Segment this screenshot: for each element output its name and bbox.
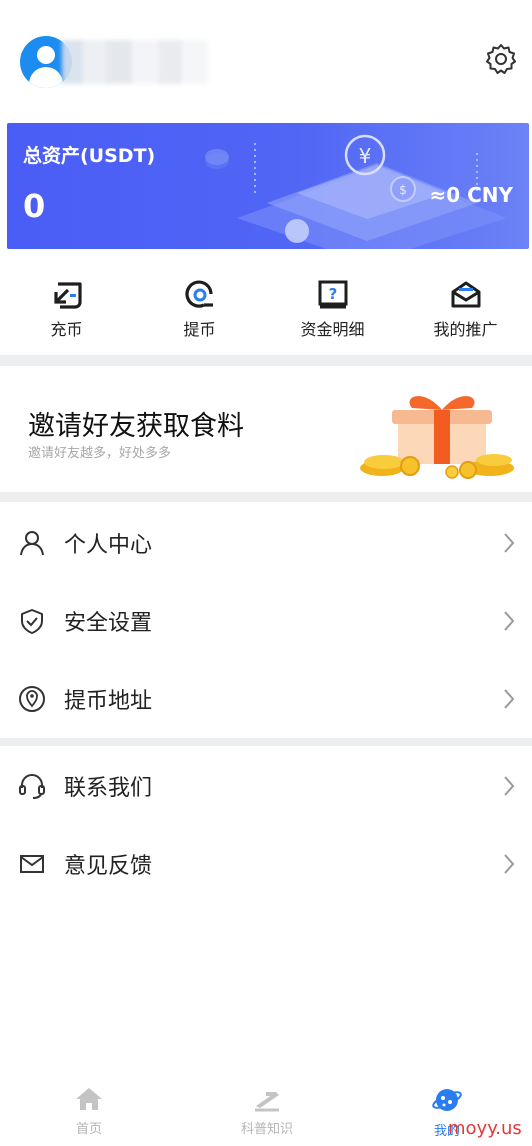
chevron-right-icon — [504, 776, 515, 796]
menu-group-support: 联系我们 意见反馈 — [0, 746, 532, 902]
deposit-icon — [53, 282, 82, 309]
section-divider — [0, 492, 532, 502]
menu-item-contact-us[interactable]: 联系我们 — [0, 746, 532, 824]
fund-details-icon: ? — [318, 280, 347, 309]
home-icon — [76, 1088, 102, 1110]
fund-details-label: 资金明细 — [300, 320, 365, 339]
profile-page: ¥ $ 总资产(USDT) 0 ≈0 CNY 充币 提币 ? 资金明细 我的推广… — [0, 0, 532, 1146]
withdraw-label: 提币 — [183, 320, 216, 339]
gift-coins-illustration — [360, 396, 514, 479]
withdraw-button[interactable]: 提币 — [133, 270, 266, 350]
person-icon — [20, 531, 44, 556]
my-promotion-button[interactable]: 我的推广 — [399, 270, 532, 350]
svg-text:¥: ¥ — [359, 144, 372, 168]
menu-item-feedback[interactable]: 意见反馈 — [0, 824, 532, 902]
nav-tab-knowledge[interactable]: 科普知识 — [207, 1086, 327, 1137]
menu-item-withdraw-address[interactable]: 提币地址 — [0, 659, 532, 737]
chevron-right-icon — [504, 689, 515, 709]
nav-label: 科普知识 — [240, 1122, 293, 1137]
svg-text:$: $ — [399, 183, 407, 197]
section-divider — [0, 355, 532, 366]
nav-tab-home[interactable]: 首页 — [29, 1086, 149, 1137]
banner-title: 邀请好友获取食料 — [28, 411, 244, 442]
menu-item-personal-center[interactable]: 个人中心 — [0, 503, 532, 581]
my-promotion-label: 我的推广 — [433, 320, 498, 339]
svg-text:?: ? — [328, 285, 337, 303]
section-divider — [0, 738, 532, 746]
menu-label: 个人中心 — [64, 533, 153, 558]
total-assets-card[interactable]: ¥ $ 总资产(USDT) 0 ≈0 CNY — [7, 123, 529, 249]
menu-label: 联系我们 — [64, 776, 153, 801]
total-assets-cny: ≈0 CNY — [429, 183, 513, 207]
menu-item-security-settings[interactable]: 安全设置 — [0, 581, 532, 659]
headset-icon — [19, 774, 45, 799]
withdraw-icon — [184, 280, 213, 308]
watermark-text: moyy.us — [448, 1118, 522, 1139]
envelope-icon — [20, 855, 44, 873]
quick-actions: 充币 提币 ? 资金明细 我的推广 — [0, 270, 532, 350]
nav-label: 首页 — [75, 1122, 102, 1137]
chevron-right-icon — [504, 854, 515, 874]
knowledge-icon — [255, 1092, 279, 1112]
chevron-right-icon — [504, 611, 515, 631]
fund-details-button[interactable]: ? 资金明细 — [266, 270, 399, 350]
promotion-icon — [451, 281, 480, 308]
deposit-button[interactable]: 充币 — [0, 270, 133, 350]
menu-group-account: 个人中心 安全设置 提币地址 — [0, 503, 532, 737]
menu-label: 意见反馈 — [64, 854, 153, 879]
deposit-label: 充币 — [50, 320, 83, 339]
total-assets-value: 0 — [23, 187, 46, 225]
chevron-right-icon — [504, 533, 515, 553]
total-assets-label: 总资产(USDT) — [23, 145, 156, 167]
invite-friends-banner[interactable]: 邀请好友获取食料 邀请好友越多，好处多多 — [0, 366, 532, 492]
shield-icon — [21, 609, 43, 634]
menu-label: 提币地址 — [64, 689, 153, 714]
username-redacted — [62, 40, 208, 84]
menu-label: 安全设置 — [64, 611, 153, 636]
gear-icon[interactable] — [484, 42, 518, 76]
location-pin-icon — [19, 686, 45, 712]
profile-header — [0, 0, 532, 118]
profile-planet-icon — [432, 1089, 462, 1111]
banner-subtitle: 邀请好友越多，好处多多 — [28, 446, 172, 461]
